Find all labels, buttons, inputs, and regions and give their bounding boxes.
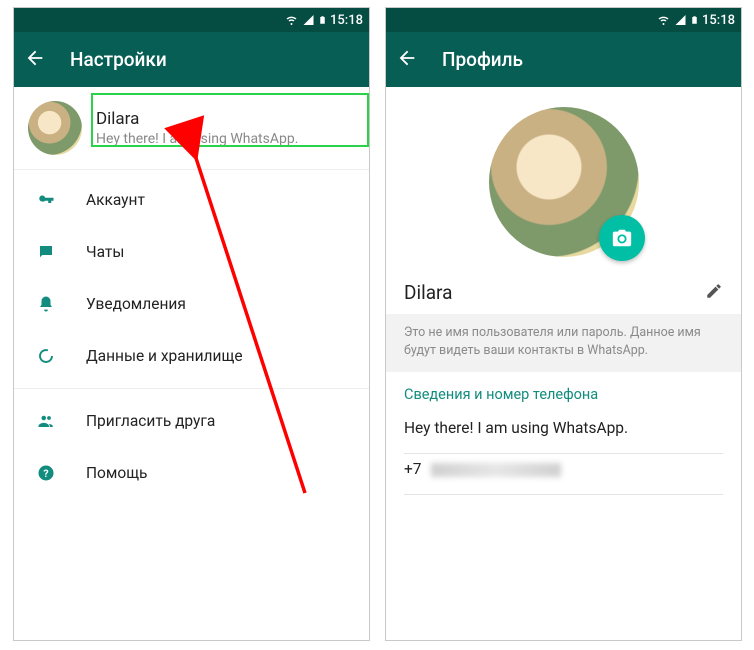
display-name: Dilara	[404, 281, 452, 304]
phone-prefix: +7	[404, 460, 422, 478]
menu-item-help[interactable]: ? Помощь	[14, 447, 369, 499]
menu-label: Чаты	[86, 243, 124, 261]
app-bar: Профиль	[386, 32, 741, 87]
signal-icon	[302, 14, 315, 26]
appbar-title: Настройки	[70, 48, 167, 71]
phone-line[interactable]: +7	[404, 454, 723, 484]
back-icon[interactable]	[24, 47, 46, 73]
menu-label: Уведомления	[86, 295, 186, 313]
status-time: 15:18	[330, 13, 363, 28]
profile-name: Dilara	[96, 109, 355, 129]
settings-menu: Аккаунт Чаты Уведомления Данные и хранил…	[14, 170, 369, 499]
battery-icon	[690, 13, 699, 27]
back-icon[interactable]	[396, 47, 418, 73]
avatar	[28, 101, 82, 155]
status-bar: 15:18	[14, 8, 369, 32]
info-heading: Сведения и номер телефона	[404, 386, 723, 403]
phone-number-blurred	[431, 463, 561, 477]
wifi-icon	[656, 14, 671, 26]
help-icon: ?	[36, 463, 56, 483]
status-bar: 15:18	[386, 8, 741, 32]
key-icon	[36, 190, 56, 210]
profile-status: Hey there! I am using WhatsApp.	[96, 131, 355, 147]
menu-label: Помощь	[86, 464, 147, 482]
appbar-title: Профиль	[442, 48, 523, 71]
profile-screen: 15:18 Профиль Dilara Это не имя пользова…	[385, 7, 742, 641]
divider	[404, 494, 723, 495]
wifi-icon	[284, 14, 299, 26]
name-row[interactable]: Dilara	[386, 263, 741, 314]
signal-icon	[674, 14, 687, 26]
menu-label: Данные и хранилище	[86, 347, 243, 365]
data-usage-icon	[36, 346, 56, 366]
name-note: Это не имя пользователя или пароль. Данн…	[386, 314, 741, 372]
chat-icon	[36, 242, 56, 262]
svg-text:?: ?	[43, 467, 48, 480]
settings-screen: 15:18 Настройки Dilara Hey there! I am u…	[13, 7, 370, 641]
menu-label: Аккаунт	[86, 191, 145, 209]
profile-hero	[386, 87, 741, 263]
menu-item-account[interactable]: Аккаунт	[14, 174, 369, 226]
about-line[interactable]: Hey there! I am using WhatsApp.	[404, 413, 723, 443]
avatar-large[interactable]	[489, 107, 639, 257]
menu-item-chats[interactable]: Чаты	[14, 226, 369, 278]
bell-icon	[36, 294, 56, 314]
status-time: 15:18	[702, 13, 735, 28]
menu-item-notifications[interactable]: Уведомления	[14, 278, 369, 330]
people-icon	[36, 411, 56, 431]
menu-divider	[14, 388, 369, 389]
menu-item-data[interactable]: Данные и хранилище	[14, 330, 369, 382]
profile-text: Dilara Hey there! I am using WhatsApp.	[96, 109, 355, 147]
camera-fab[interactable]	[599, 215, 645, 261]
profile-row[interactable]: Dilara Hey there! I am using WhatsApp.	[14, 87, 369, 170]
edit-icon[interactable]	[705, 282, 723, 304]
menu-item-invite[interactable]: Пригласить друга	[14, 395, 369, 447]
menu-label: Пригласить друга	[86, 412, 215, 430]
camera-icon	[611, 227, 633, 249]
info-section: Сведения и номер телефона Hey there! I a…	[386, 372, 741, 499]
app-bar: Настройки	[14, 32, 369, 87]
battery-icon	[318, 13, 327, 27]
